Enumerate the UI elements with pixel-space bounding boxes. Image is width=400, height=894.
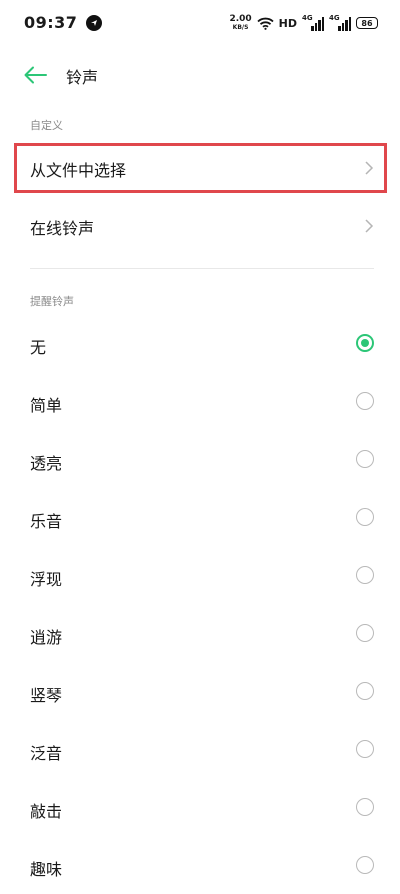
radio-button[interactable] <box>356 334 374 352</box>
ringtone-option[interactable]: 简单 <box>0 372 400 430</box>
ringtone-option[interactable]: 趣味 <box>0 836 400 894</box>
battery-icon: 86 <box>356 17 378 29</box>
chevron-right-icon <box>365 161 374 175</box>
ringtone-option[interactable]: 竖琴 <box>0 662 400 720</box>
radio-button[interactable] <box>356 624 374 642</box>
section-label-notification: 提醒铃声 <box>30 295 74 308</box>
choose-from-file-item[interactable]: 从文件中选择 <box>0 143 400 193</box>
ringtone-option-label: 透亮 <box>30 454 63 473</box>
app-notification-icon <box>86 15 102 31</box>
ringtone-option[interactable]: 无 <box>0 314 400 372</box>
ringtone-option[interactable]: 浮现 <box>0 546 400 604</box>
ringtone-option[interactable]: 逍游 <box>0 604 400 662</box>
ringtone-option[interactable]: 敲击 <box>0 778 400 836</box>
ringtone-option-label: 趣味 <box>30 860 63 879</box>
ringtone-option[interactable]: 透亮 <box>0 430 400 488</box>
online-ringtone-label: 在线铃声 <box>30 219 95 238</box>
ringtone-option-label: 竖琴 <box>30 686 63 705</box>
radio-button[interactable] <box>356 856 374 874</box>
status-time: 09:37 <box>24 13 78 32</box>
ringtone-option-label: 无 <box>30 338 47 357</box>
status-bar: 09:37 2.00 KB/S HD 4G 4G 86 <box>0 0 400 46</box>
chevron-right-icon <box>365 219 374 233</box>
online-ringtone-item[interactable]: 在线铃声 <box>0 201 400 251</box>
arrow-left-icon <box>24 66 47 84</box>
network-speed: 2.00 KB/S <box>229 15 251 31</box>
radio-button[interactable] <box>356 392 374 410</box>
radio-button[interactable] <box>356 508 374 526</box>
section-divider <box>30 268 374 269</box>
ringtone-option-label: 泛音 <box>30 744 63 763</box>
back-button[interactable] <box>22 63 48 87</box>
radio-button[interactable] <box>356 740 374 758</box>
ringtone-option-label: 乐音 <box>30 512 63 531</box>
status-icons: 2.00 KB/S HD 4G 4G 86 <box>229 14 378 32</box>
ringtone-option-label: 浮现 <box>30 570 63 589</box>
radio-button[interactable] <box>356 450 374 468</box>
page-title: 铃声 <box>66 68 99 87</box>
signal-icon-sim1: 4G <box>302 14 324 31</box>
wifi-icon <box>257 17 274 30</box>
signal-icon-sim2: 4G <box>329 14 351 31</box>
section-label-custom: 自定义 <box>30 119 63 132</box>
radio-button[interactable] <box>356 566 374 584</box>
network-speed-unit: KB/S <box>232 24 249 31</box>
ringtone-option-label: 敲击 <box>30 802 63 821</box>
ringtone-option-label: 逍游 <box>30 628 63 647</box>
ringtone-option[interactable]: 乐音 <box>0 488 400 546</box>
ringtone-option[interactable]: 泛音 <box>0 720 400 778</box>
choose-from-file-label: 从文件中选择 <box>30 161 127 180</box>
radio-button[interactable] <box>356 682 374 700</box>
radio-button[interactable] <box>356 798 374 816</box>
ringtone-option-label: 简单 <box>30 396 63 415</box>
app-header: 铃声 <box>0 55 400 95</box>
hd-voice-label: HD <box>278 16 297 30</box>
network-speed-value: 2.00 <box>229 14 252 24</box>
